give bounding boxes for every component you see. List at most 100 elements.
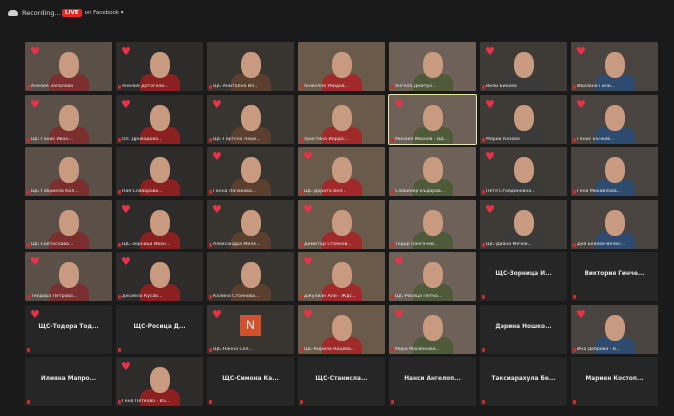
participant-name: ЩС-Нанна Сел... (213, 346, 253, 352)
participant-tile[interactable]: Александра Миле... ♥ (207, 199, 294, 249)
participant-tile[interactable]: Ангела Дмитро... (389, 42, 476, 91)
muted-mic-icon (482, 190, 485, 194)
participant-tile[interactable]: ЩС-Дорита Вел... ♥ (298, 147, 385, 196)
participant-tile[interactable]: ЩС-Ганис Иван... ♥ (25, 94, 112, 144)
live-target-dropdown[interactable]: on Facebook ▾ (85, 10, 124, 16)
participant-tile[interactable]: Теодора Петрова... ♥ (25, 252, 112, 301)
participant-name: ЩС-Станисла... (315, 376, 368, 382)
participant-tile[interactable]: Вили Бикова ♥ (480, 42, 567, 91)
muted-mic-icon (209, 295, 212, 299)
participant-tile[interactable]: ЩС-Росица Д... (116, 304, 203, 354)
participant-tile[interactable]: Калина Стоянова... (207, 252, 294, 301)
participant-tile[interactable]: Ная Славарова... (116, 147, 203, 196)
participant-tile[interactable]: ЩС-Светослава... (25, 199, 112, 249)
participant-gallery: Анелия Запалова ♥ Анелия Дотогали... ♥ ЩС-Ан… (25, 42, 658, 408)
participant-video-face (59, 52, 79, 78)
participant-video-face (514, 104, 534, 131)
participant-tile[interactable]: Нанси Ангелоп... (389, 357, 476, 406)
participant-tile[interactable]: Анелия Дотогали... ♥ (116, 42, 203, 91)
participant-tile[interactable]: ЩС-Анитална Ил... (207, 42, 294, 91)
participant-name: Ол. Дрнвадова... (122, 136, 163, 142)
participant-tile[interactable]: Гена Михайлова... (571, 147, 658, 196)
participant-tile[interactable]: ЩС-Габриела Кол... (25, 147, 112, 196)
participant-tile[interactable]: Тодор Понгачев... (389, 199, 476, 249)
participant-tile[interactable]: Илияна Мапро... (25, 357, 112, 406)
participant-video-face (423, 104, 443, 131)
participant-tile[interactable]: ЩС-Диана Мечев... ♥ (480, 199, 567, 249)
participant-tile[interactable]: N ЩС-Нанна Сел... ♥ (207, 304, 294, 354)
live-stream-control[interactable]: LIVE on Facebook ▾ (62, 9, 124, 17)
participant-tile[interactable]: Гена Петкова - Въ... ♥ (116, 357, 203, 406)
participant-name: Десиела Кусав... (122, 294, 163, 299)
participant-video-face (150, 262, 170, 288)
participant-video-face (241, 209, 261, 236)
muted-mic-icon (27, 242, 30, 247)
participant-name: Мариа Казова (486, 136, 520, 142)
muted-mic-icon (27, 190, 30, 194)
heart-reaction-icon: ♥ (121, 202, 131, 216)
participant-tile[interactable]: ЩС-Симона Ка... (207, 357, 294, 406)
participant-tile[interactable]: ЩС-Станисла... (298, 357, 385, 406)
participant-tile[interactable]: Десиела Кусав... ♥ (116, 252, 203, 301)
recording-label: Recording... (22, 9, 61, 17)
participant-tile[interactable]: ЩС-Кирила Коцева... ♥ (298, 304, 385, 354)
participant-tile[interactable]: Мира Масинкова... ♥ (389, 304, 476, 354)
participant-tile[interactable]: ЩС-Росица Петко... ♥ (389, 252, 476, 301)
participant-name: Виктория Гинче... (584, 271, 645, 277)
recording-indicator[interactable]: Recording... (8, 9, 61, 17)
participant-tile[interactable]: Джулиан Али - Ждс... ♥ (298, 252, 385, 301)
cloud-icon (8, 10, 18, 16)
participant-name: Мариен Костоп... (585, 376, 644, 382)
participant-tile[interactable]: Мариа Казова ♥ (480, 94, 567, 144)
participant-tile[interactable]: Ина Добрева - В... ♥ (571, 304, 658, 354)
muted-mic-icon (209, 242, 212, 247)
muted-mic-icon (391, 295, 394, 299)
participant-tile[interactable]: Мариен Костоп... (571, 357, 658, 406)
participant-tile[interactable]: ЩС-Гертсна Лери... ♥ (207, 94, 294, 144)
participant-tile[interactable]: Ол. Дрнвадова... ♥ (116, 94, 203, 144)
muted-mic-icon (300, 347, 303, 352)
muted-mic-icon (300, 85, 303, 89)
participant-tile[interactable]: Дэрина Ношко... (480, 304, 567, 354)
participant-tile[interactable]: Дея Бояева-Велис... (571, 199, 658, 249)
muted-mic-icon (118, 242, 121, 247)
participant-name: Вили Бикова (486, 84, 517, 89)
participant-tile[interactable]: Анжелла Убидов... (298, 42, 385, 91)
participant-name: Илияна Мапро... (40, 376, 97, 382)
participant-name: ЩС-Гертсна Лери... (213, 136, 261, 142)
heart-reaction-icon: ♥ (485, 97, 495, 111)
participant-tile[interactable]: Димитър Стоянов... ♥ (298, 199, 385, 249)
participant-name: Михаил Иванов - ЩС... (395, 136, 450, 142)
participant-tile[interactable]: ЩС-Зорница Иван... ♥ (116, 199, 203, 249)
participant-video-face (332, 262, 352, 288)
participant-video-face (59, 262, 79, 288)
participant-video-face (605, 209, 625, 236)
participant-video-face (605, 157, 625, 183)
participant-tile[interactable]: Христина Йорда... (298, 94, 385, 144)
participant-tile[interactable]: Славинер Бъдаров... (389, 147, 476, 196)
participant-tile[interactable]: ЩС-Зорница И... (480, 252, 567, 301)
muted-mic-icon (391, 190, 394, 194)
heart-reaction-icon: ♥ (485, 202, 495, 216)
participant-tile[interactable]: Михаил Иванов - ЩС... ♥ (388, 93, 477, 145)
heart-reaction-icon: ♥ (394, 255, 404, 268)
participant-video-face (241, 262, 261, 288)
participant-name: Тодор Понгачев... (395, 241, 439, 247)
participant-tile[interactable]: Таксиарахула Бе... (480, 357, 567, 406)
participant-tile[interactable]: Ганна Лачакова... ♥ (207, 147, 294, 196)
participant-video-face (332, 209, 352, 236)
participant-tile[interactable]: ЩС-Тодора Тод... ♥ (25, 304, 112, 354)
participant-tile[interactable]: Виктория Гинче... (571, 252, 658, 301)
muted-mic-icon (209, 190, 212, 194)
participant-name: Анелия Дотогали... (122, 84, 169, 89)
muted-mic-icon (118, 347, 121, 352)
participant-video-face (423, 157, 443, 183)
muted-mic-icon (391, 347, 394, 352)
participant-video-face (605, 314, 625, 341)
participant-tile[interactable]: Анелия Запалова ♥ (25, 42, 112, 91)
participant-tile[interactable]: Петя Стоядиновна... ♥ (480, 147, 567, 196)
participant-tile[interactable]: Ганис Бъчков... ♥ (571, 94, 658, 144)
muted-mic-icon (482, 137, 485, 142)
participant-name: Ганна Лачакова... (213, 189, 257, 194)
participant-tile[interactable]: Ивалана Гили... ♥ (571, 42, 658, 91)
